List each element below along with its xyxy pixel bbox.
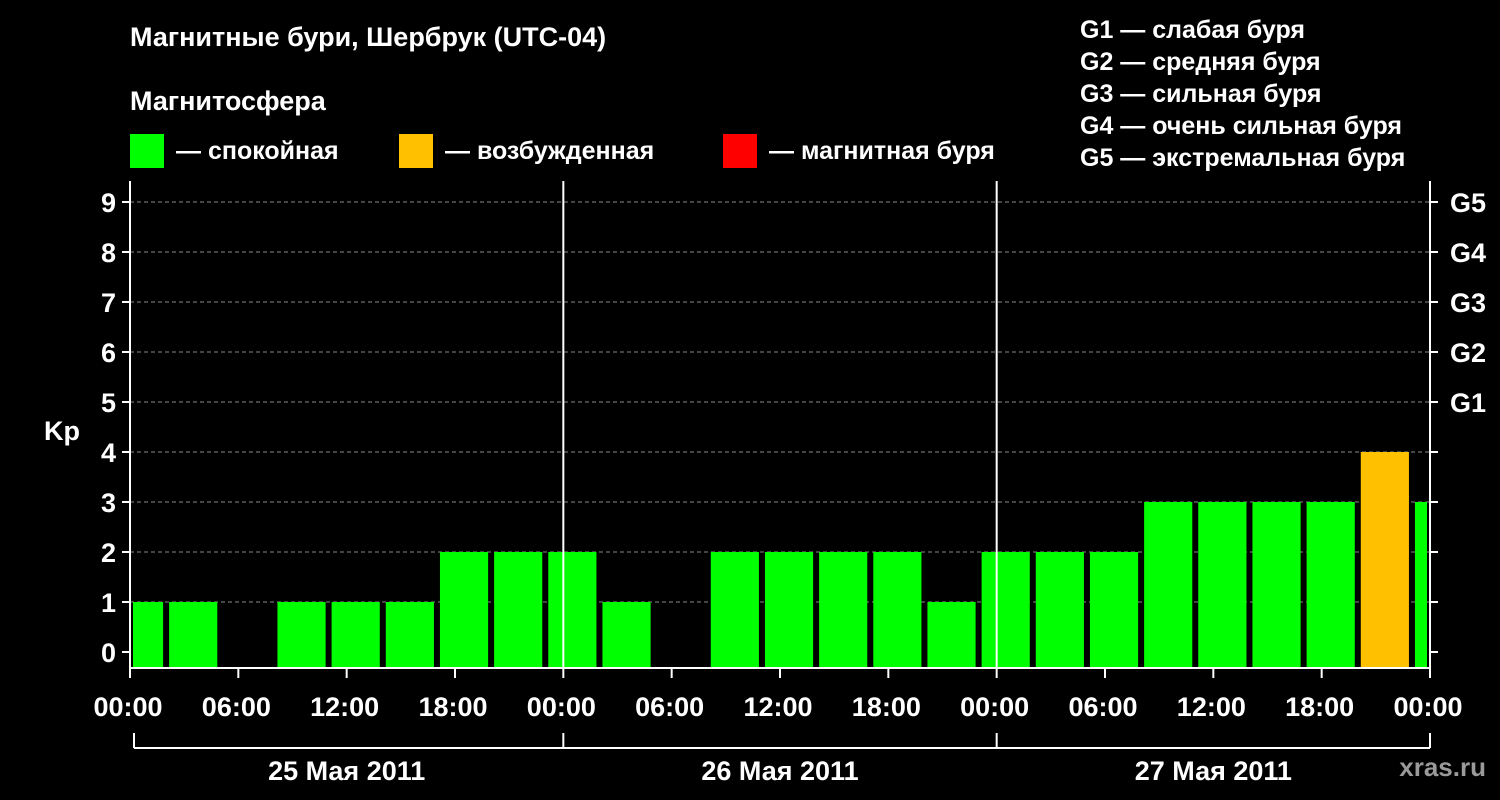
day-label: 27 Мая 2011: [1135, 756, 1292, 786]
kp-bar: [927, 602, 976, 668]
y-tick-label: 7: [101, 288, 116, 318]
g-level-label: G1: [1450, 388, 1486, 418]
kp-bar: [1144, 502, 1193, 668]
y-tick-label: 3: [101, 488, 116, 518]
x-tick-label: 12:00: [1177, 692, 1246, 722]
y-axis-label: Kp: [44, 416, 80, 446]
x-tick-label: 06:00: [635, 692, 704, 722]
g-level-label: G5: [1450, 188, 1486, 218]
x-tick-label: 00:00: [527, 692, 596, 722]
kp-bar: [169, 602, 218, 668]
x-tick-label: 18:00: [1285, 692, 1354, 722]
day-label: 25 Мая 2011: [268, 756, 425, 786]
y-tick-label: 0: [101, 638, 116, 668]
kp-bar: [1360, 452, 1409, 668]
x-tick-label: 12:00: [310, 692, 379, 722]
y-tick-label: 1: [101, 588, 116, 618]
kp-bar: [1198, 502, 1247, 668]
g-level-label: G4: [1450, 238, 1486, 268]
kp-bar: [1414, 502, 1427, 668]
kp-bar: [439, 552, 489, 668]
y-tick-label: 8: [101, 238, 116, 268]
kp-bar: [710, 552, 759, 668]
kp-bar: [133, 602, 164, 668]
y-tick-label: 9: [101, 188, 116, 218]
kp-bar: [873, 552, 922, 668]
x-tick-label: 18:00: [418, 692, 487, 722]
kp-bar: [548, 552, 597, 668]
kp-bar: [385, 602, 434, 668]
y-tick-label: 4: [101, 438, 116, 468]
y-tick-label: 5: [101, 388, 116, 418]
watermark: xras.ru: [1399, 752, 1486, 782]
y-tick-label: 6: [101, 338, 116, 368]
x-tick-label: 00:00: [960, 692, 1029, 722]
x-tick-label: 06:00: [1068, 692, 1137, 722]
day-label: 26 Мая 2011: [701, 756, 858, 786]
x-tick-label: 00:00: [1393, 692, 1462, 722]
kp-bar: [331, 602, 380, 668]
kp-bar: [1252, 502, 1301, 668]
kp-bar: [1035, 552, 1084, 668]
kp-bar: [277, 602, 326, 668]
x-tick-label: 00:00: [93, 692, 162, 722]
y-tick-label: 2: [101, 538, 116, 568]
kp-bar: [494, 552, 543, 668]
g-level-label: G2: [1450, 338, 1486, 368]
kp-bar: [602, 602, 651, 668]
kp-bar: [1306, 502, 1355, 668]
kp-bar-chart: 0 1 2 3 4 5 6 7 8 9 G1 G2 G3 G4 G5 Kp 00:00 06:00 12:00 18:…: [44, 181, 1486, 786]
x-tick-label: 12:00: [743, 692, 812, 722]
x-tick-label: 18:00: [852, 692, 921, 722]
kp-bar: [981, 552, 1030, 668]
kp-bar: [764, 552, 814, 668]
x-tick-label: 06:00: [202, 692, 271, 722]
g-level-label: G3: [1450, 288, 1486, 318]
kp-bar: [1089, 552, 1139, 668]
kp-bar: [819, 552, 868, 668]
